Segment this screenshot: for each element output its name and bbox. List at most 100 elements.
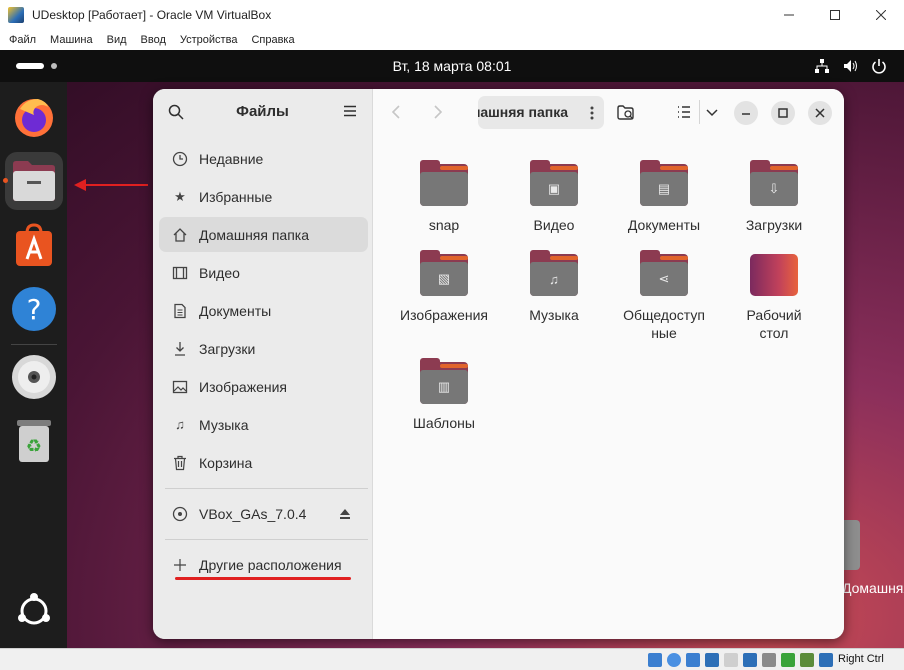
vbox-statusbar: Right Ctrl xyxy=(0,648,904,670)
shared-folders-icon[interactable] xyxy=(743,653,757,667)
other-locations-label: Другие расположения xyxy=(199,556,342,573)
path-label: Домашняя папка xyxy=(478,104,568,120)
hard-disk-icon[interactable] xyxy=(648,653,662,667)
optical-disc-icon xyxy=(12,355,56,399)
folder-item[interactable]: ▣ Видео xyxy=(504,160,604,234)
clock[interactable]: Вт, 18 марта 08:01 xyxy=(0,58,904,74)
folder-emblem: ▤ xyxy=(640,172,688,206)
folder-item[interactable]: Рабочий стол xyxy=(724,254,824,342)
minimize-window-button[interactable] xyxy=(734,101,758,125)
sidebar-item-pictures[interactable]: Изображения xyxy=(159,369,368,404)
folder-label: Загрузки xyxy=(745,217,803,233)
dock-files[interactable] xyxy=(5,152,63,210)
folder-label: Общедоступные xyxy=(623,307,705,341)
more-options-icon[interactable] xyxy=(590,106,594,120)
folder-item[interactable]: ⋖ Общедоступные xyxy=(614,250,714,342)
plus-icon xyxy=(171,556,189,574)
close-button[interactable] xyxy=(858,0,904,30)
music-icon: ♫ xyxy=(175,417,185,432)
power-icon[interactable] xyxy=(871,58,887,74)
running-indicator xyxy=(3,178,8,183)
search-folder-icon[interactable] xyxy=(615,101,637,123)
audio-icon[interactable] xyxy=(686,653,700,667)
dock-optical-disc[interactable] xyxy=(5,348,63,406)
annotation-underline xyxy=(175,577,351,580)
recording-icon[interactable] xyxy=(781,653,795,667)
app-center-icon xyxy=(16,223,52,266)
list-view-icon[interactable] xyxy=(673,101,695,123)
folder-label: Музыка xyxy=(529,307,579,323)
files-icon xyxy=(13,161,55,201)
hamburger-menu-icon[interactable] xyxy=(344,105,356,117)
folder-icon: ▣ xyxy=(530,160,578,206)
menu-input[interactable]: Ввод xyxy=(141,34,166,46)
sidebar-item-recent[interactable]: Недавние xyxy=(159,141,368,176)
trash-icon: ♻ xyxy=(17,420,51,462)
sidebar-item-trash[interactable]: Корзина xyxy=(159,445,368,480)
star-icon: ★ xyxy=(174,188,186,204)
volume-icon[interactable] xyxy=(843,58,859,74)
network-icon[interactable] xyxy=(814,58,830,74)
video-icon xyxy=(171,264,189,282)
sidebar-item-label: Корзина xyxy=(199,454,253,471)
sidebar-item-videos[interactable]: Видео xyxy=(159,255,368,290)
path-bar[interactable]: Домашняя папка xyxy=(478,96,604,129)
menu-machine[interactable]: Машина xyxy=(50,34,93,46)
files-content: Домашняя папка xyxy=(374,89,844,639)
dock-app-center[interactable] xyxy=(5,216,63,274)
dock-show-apps[interactable] xyxy=(5,582,63,640)
maximize-window-button[interactable] xyxy=(771,101,795,125)
network-adapter-icon[interactable] xyxy=(705,653,719,667)
menu-help[interactable]: Справка xyxy=(251,34,294,46)
image-icon xyxy=(171,378,189,396)
menu-file[interactable]: Файл xyxy=(9,34,36,46)
folder-icon: ⇩ xyxy=(750,160,798,206)
back-icon[interactable] xyxy=(386,101,408,123)
sidebar-item-downloads[interactable]: Загрузки xyxy=(159,331,368,366)
close-window-button[interactable] xyxy=(808,101,832,125)
folder-item[interactable]: ⇩ Загрузки xyxy=(724,160,824,234)
folder-emblem: ⇩ xyxy=(750,172,798,206)
virtualbox-icon xyxy=(8,7,24,23)
display-icon[interactable] xyxy=(762,653,776,667)
optical-drive-icon[interactable] xyxy=(667,653,681,667)
menu-view[interactable]: Вид xyxy=(107,34,127,46)
minimize-button[interactable] xyxy=(766,0,812,30)
dock-help[interactable]: ? xyxy=(5,280,63,338)
folder-item[interactable]: ♫ Музыка xyxy=(504,250,604,324)
dock-separator xyxy=(11,344,57,345)
maximize-icon xyxy=(830,10,840,20)
sidebar-item-music[interactable]: ♫ Музыка xyxy=(159,407,368,442)
guest-screen: Вт, 18 марта 08:01 ? ♻ Домашня Файлы Нед… xyxy=(0,50,904,648)
dock-firefox[interactable] xyxy=(5,88,63,146)
folder-item[interactable]: snap xyxy=(394,160,494,234)
svg-text:?: ? xyxy=(27,293,42,326)
sidebar-item-device[interactable]: VBox_GAs_7.0.4 xyxy=(159,496,368,531)
sidebar-item-starred[interactable]: ★ Избранные xyxy=(159,179,368,214)
usb-icon[interactable] xyxy=(724,653,738,667)
forward-icon[interactable] xyxy=(426,101,448,123)
chevron-down-icon[interactable] xyxy=(701,101,723,123)
dock-trash[interactable]: ♻ xyxy=(5,412,63,470)
eject-icon[interactable] xyxy=(340,509,350,519)
firefox-icon xyxy=(15,99,53,137)
files-window: Файлы Недавние ★ Избранные Домашняя папк… xyxy=(153,89,844,639)
document-icon xyxy=(171,302,189,320)
cpu-icon[interactable] xyxy=(800,653,814,667)
folder-item[interactable]: ▧ Изображения xyxy=(394,250,494,324)
folder-emblem: ▣ xyxy=(530,172,578,206)
desktop-folder-icon xyxy=(750,254,798,296)
menu-devices[interactable]: Устройства xyxy=(180,34,238,46)
sidebar-item-home[interactable]: Домашняя папка xyxy=(159,217,368,252)
device-label: VBox_GAs_7.0.4 xyxy=(199,505,307,522)
ubuntu-logo-icon xyxy=(18,593,50,625)
folder-emblem xyxy=(420,172,468,206)
maximize-button[interactable] xyxy=(812,0,858,30)
folder-emblem: ▥ xyxy=(420,370,468,404)
folder-item[interactable]: ▥ Шаблоны xyxy=(394,358,494,432)
sidebar-item-documents[interactable]: Документы xyxy=(159,293,368,328)
mouse-integration-icon[interactable] xyxy=(819,653,833,667)
folder-emblem: ⋖ xyxy=(640,262,688,296)
header-divider xyxy=(699,100,700,124)
folder-item[interactable]: ▤ Документы xyxy=(614,160,714,234)
